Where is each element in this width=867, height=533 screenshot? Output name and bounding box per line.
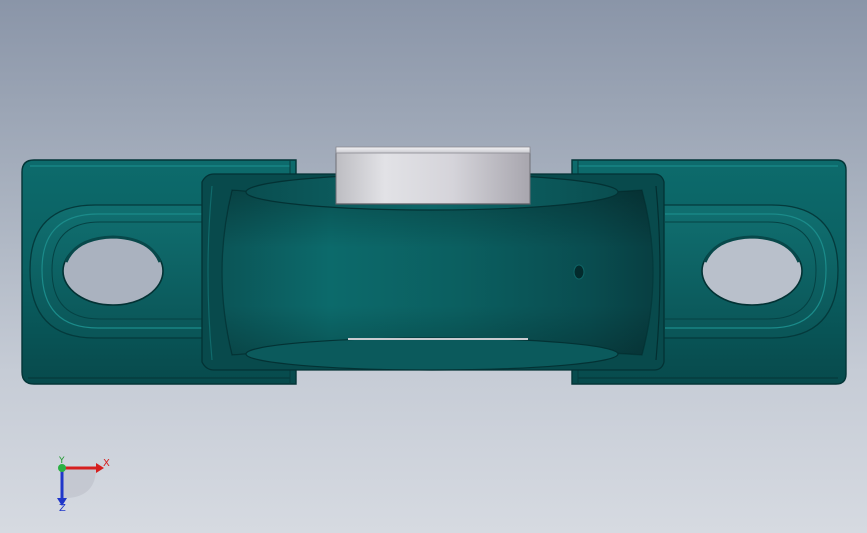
left-mounting-ear	[29, 204, 210, 339]
reference-triad: X Y Z	[40, 448, 130, 528]
bearing-insert	[335, 146, 531, 205]
bottom-bore	[245, 337, 619, 371]
axis-y-label: Y	[59, 456, 65, 466]
graphics-viewport[interactable]: X Y Z	[0, 0, 867, 533]
pillow-block-model[interactable]	[0, 0, 867, 533]
triad-axes-icon	[57, 463, 104, 506]
axis-x-label: X	[103, 458, 110, 469]
axis-z-label: Z	[59, 503, 66, 514]
grease-hole	[573, 264, 585, 280]
right-mounting-ear	[660, 204, 839, 339]
